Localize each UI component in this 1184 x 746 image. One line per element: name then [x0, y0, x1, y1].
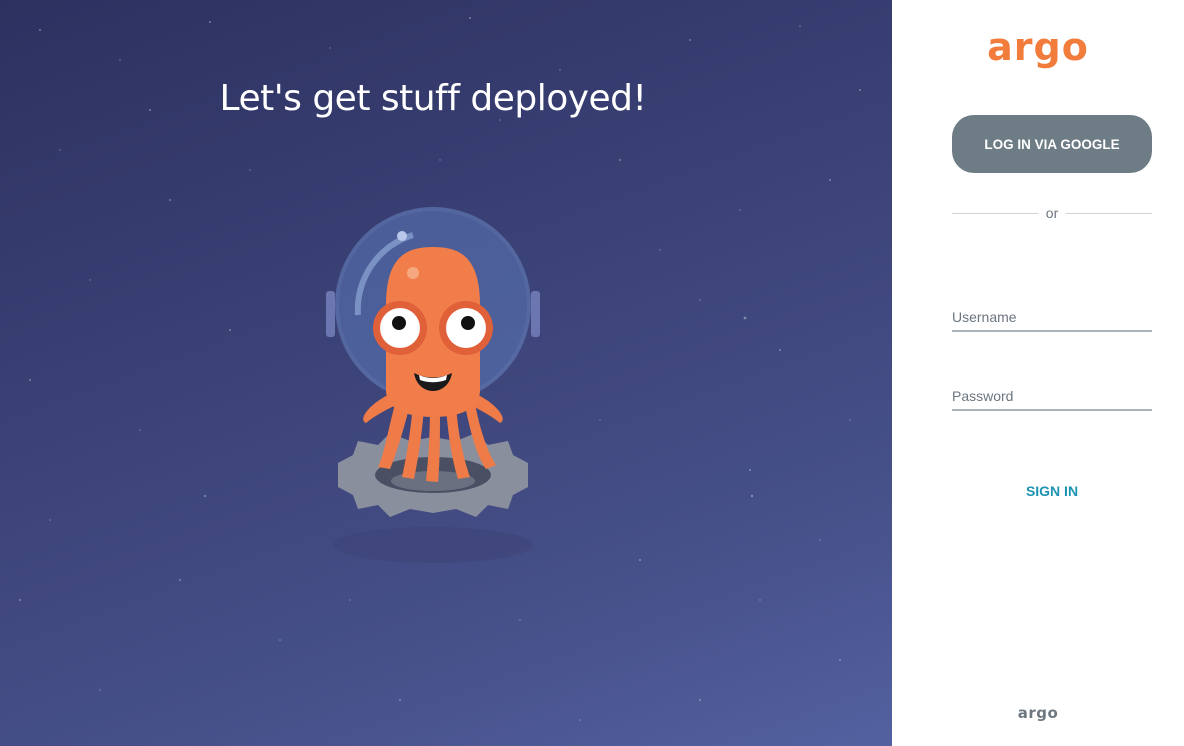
argo-logo: argo: [987, 25, 1089, 69]
footer-argo-logo: argo: [1017, 704, 1059, 722]
sign-in-button[interactable]: SIGN IN: [952, 478, 1152, 504]
login-via-google-button[interactable]: LOG IN VIA GOOGLE: [952, 115, 1152, 173]
password-input[interactable]: [952, 383, 1152, 411]
login-page: Let's get stuff deployed! argo LOG IN VI…: [0, 0, 1184, 746]
login-panel: argo LOG IN VIA GOOGLE or SIGN IN argo: [892, 0, 1184, 746]
argo-mascot-icon: [326, 207, 540, 563]
divider-line-right: [1066, 212, 1153, 214]
or-divider: or: [952, 203, 1153, 223]
divider-text: or: [1045, 205, 1059, 221]
username-input[interactable]: [952, 304, 1152, 332]
hero-panel: Let's get stuff deployed!: [0, 0, 892, 746]
divider-line-left: [952, 212, 1038, 214]
hero-title: Let's get stuff deployed!: [219, 78, 647, 119]
